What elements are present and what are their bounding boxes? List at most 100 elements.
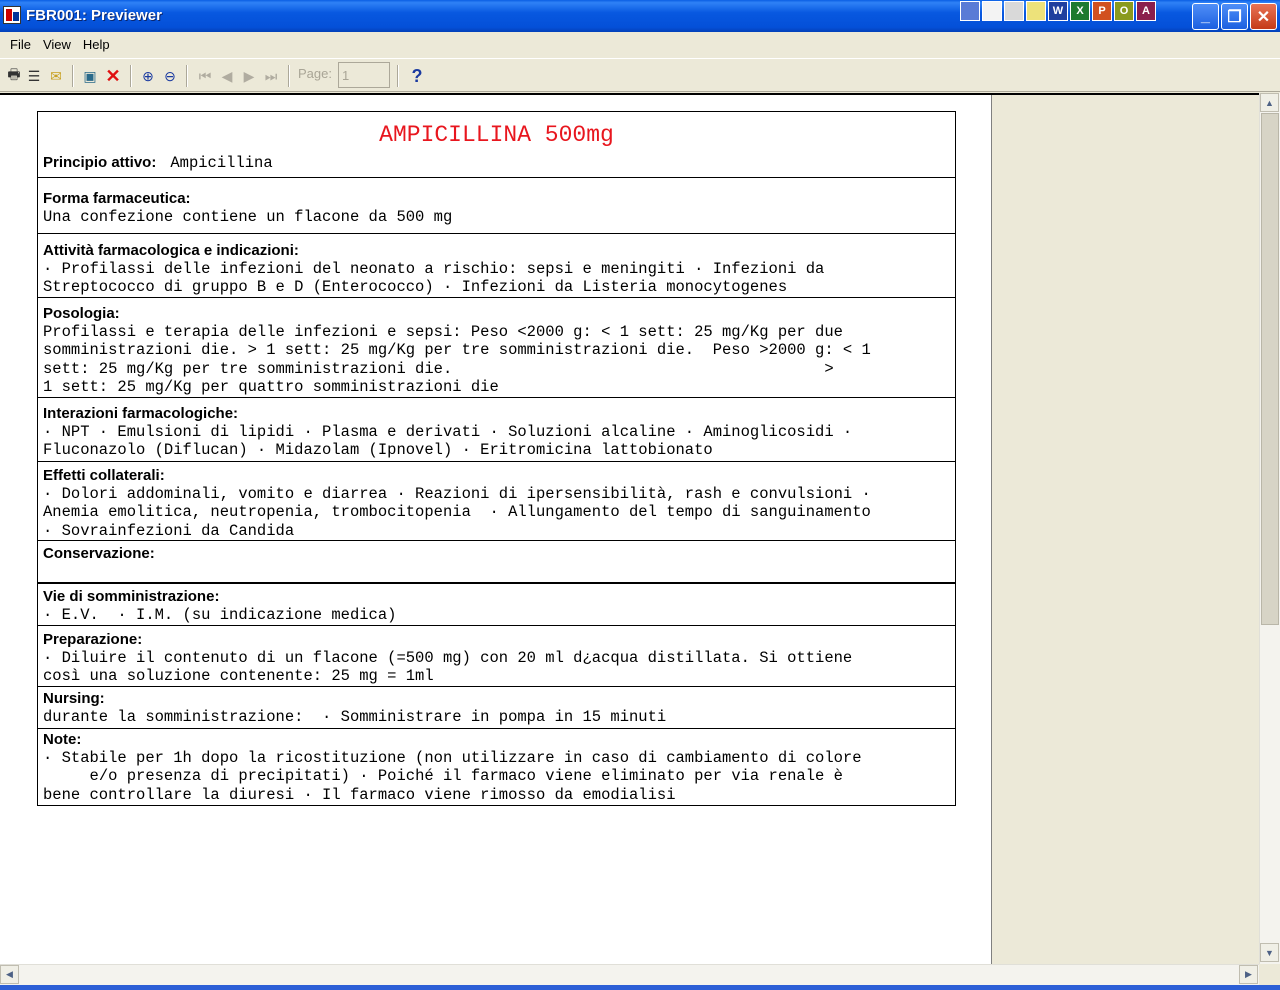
prev-page-icon: ◀	[221, 67, 233, 84]
section-nursing: Nursing: durante la somministrazione: · …	[38, 687, 955, 729]
section-label: Forma farmaceutica:	[43, 189, 191, 207]
print-icon: 🖶	[7, 66, 21, 82]
preview-button[interactable]: ▣	[80, 66, 100, 86]
document-tray-icon[interactable]	[982, 1, 1002, 21]
powerpoint-tray-icon[interactable]: P	[1092, 1, 1112, 21]
horizontal-scrollbar[interactable]: ◀ ▶	[0, 964, 1259, 985]
taskbar-app-icons: W X P O A	[960, 1, 1156, 21]
toolbar-separator	[130, 65, 132, 87]
section-text: · Dolori addominali, vomito e diarrea · …	[43, 484, 871, 540]
preview-icon: ▣	[83, 67, 97, 84]
section-label: Conservazione:	[43, 544, 155, 562]
access-tray-icon[interactable]: A	[1136, 1, 1156, 21]
minimize-icon: _	[1201, 7, 1210, 25]
help-button[interactable]: ?	[407, 66, 427, 86]
section-conservazione: Conservazione:	[38, 541, 955, 584]
prev-page-button[interactable]: ◀	[217, 66, 237, 86]
arrow-left-icon: ◀	[6, 969, 13, 979]
mail-button[interactable]: ✉	[46, 66, 66, 86]
toolbar-separator	[288, 65, 290, 87]
section-label: Effetti collaterali:	[43, 466, 165, 484]
menu-help[interactable]: Help	[77, 37, 116, 52]
vertical-scrollbar[interactable]: ▲ ▼	[1259, 93, 1280, 964]
mail-icon: ✉	[50, 67, 62, 84]
close-window-button[interactable]: ✕	[1250, 3, 1277, 30]
section-label: Note:	[43, 730, 82, 748]
section-forma-farmaceutica: Forma farmaceutica: Una confezione conti…	[38, 178, 955, 234]
section-label: Vie di somministrazione:	[43, 587, 220, 605]
print-setup-button[interactable]: ☰	[24, 66, 44, 86]
section-label: Preparazione:	[43, 630, 143, 648]
principio-attivo-label: Principio attivo:	[43, 154, 157, 171]
toolbar: 🖶 ☰ ✉ ▣ ✕ ⊕ ⊖ ⏮ ◀ ▶ ⏭ ?	[0, 58, 1280, 92]
scroll-down-button[interactable]: ▼	[1260, 943, 1279, 962]
first-page-icon: ⏮	[198, 67, 212, 84]
section-note: Note: · Stabile per 1h dopo la ricostitu…	[38, 729, 955, 805]
arrow-right-icon: ▶	[1245, 969, 1252, 979]
zoom-in-icon: ⊕	[142, 67, 154, 84]
section-label: Attività farmacologica e indicazioni:	[43, 241, 299, 259]
section-text: · Profilassi delle infezioni del neonato…	[43, 259, 825, 297]
page-label: Page:	[298, 66, 332, 81]
help-icon: ?	[411, 65, 423, 86]
section-text: Profilassi e terapia delle infezioni e s…	[43, 322, 871, 397]
drug-sheet: AMPICILLINA 500mg Principio attivo: Ampi…	[37, 111, 956, 806]
print-setup-icon: ☰	[27, 67, 41, 84]
scroll-up-button[interactable]: ▲	[1260, 93, 1279, 112]
page-number-input[interactable]	[338, 62, 390, 88]
excel-tray-icon[interactable]: X	[1070, 1, 1090, 21]
last-page-button[interactable]: ⏭	[261, 66, 281, 86]
window-bottom-border	[0, 985, 1280, 990]
section-text: · Stabile per 1h dopo la ricostituzione …	[43, 748, 862, 804]
toolbar-separator	[72, 65, 74, 87]
scroll-right-button[interactable]: ▶	[1239, 965, 1258, 984]
maximize-button[interactable]: ❐	[1221, 3, 1248, 30]
vertical-scroll-thumb[interactable]	[1261, 113, 1279, 625]
section-attivita: Attività farmacologica e indicazioni: · …	[38, 234, 955, 298]
section-effetti-collaterali: Effetti collaterali: · Dolori addominali…	[38, 462, 955, 541]
section-text: Una confezione contiene un flacone da 50…	[43, 207, 453, 226]
zoom-in-button[interactable]: ⊕	[138, 66, 158, 86]
next-page-button[interactable]: ▶	[239, 66, 259, 86]
word-tray-icon[interactable]: W	[1048, 1, 1068, 21]
print-button[interactable]: 🖶	[4, 66, 24, 86]
title-bar[interactable]: FBR001: Previewer W X P O A _ ❐ ✕	[0, 0, 1280, 32]
close-icon: ✕	[1256, 8, 1271, 26]
notes-tray-icon[interactable]	[1026, 1, 1046, 21]
outlook-tray-icon[interactable]: O	[1114, 1, 1134, 21]
section-text: · NPT · Emulsioni di lipidi · Plasma e d…	[43, 422, 853, 460]
app-tray-icon[interactable]	[960, 1, 980, 21]
first-page-button[interactable]: ⏮	[195, 66, 215, 86]
toolbar-separator	[397, 65, 399, 87]
toolbar-separator	[186, 65, 188, 87]
menu-file[interactable]: File	[4, 37, 37, 52]
section-label: Interazioni farmacologiche:	[43, 404, 239, 422]
next-page-icon: ▶	[243, 67, 255, 84]
close-icon: ✕	[105, 65, 121, 86]
zoom-out-button[interactable]: ⊖	[160, 66, 180, 86]
section-label: Posologia:	[43, 304, 120, 322]
section-text: · E.V. · I.M. (su indicazione medica)	[43, 605, 397, 624]
restore-icon: ❐	[1227, 8, 1242, 26]
report-page: AMPICILLINA 500mg Principio attivo: Ampi…	[0, 95, 992, 964]
scroll-left-button[interactable]: ◀	[0, 965, 19, 984]
menu-bar: File View Help	[0, 32, 1280, 57]
section-text: durante la somministrazione: · Somminist…	[43, 707, 667, 726]
section-label: Nursing:	[43, 689, 105, 707]
drug-title: AMPICILLINA 500mg	[379, 122, 614, 148]
app-icon[interactable]	[3, 6, 21, 24]
arrow-down-icon: ▼	[1265, 947, 1274, 958]
folder-tray-icon[interactable]	[1004, 1, 1024, 21]
section-interazioni: Interazioni farmacologiche: · NPT · Emul…	[38, 398, 955, 462]
principio-attivo-value: Ampicillina	[170, 154, 273, 172]
zoom-out-icon: ⊖	[164, 67, 176, 84]
close-preview-button[interactable]: ✕	[103, 66, 123, 86]
window-title: FBR001: Previewer	[26, 7, 162, 24]
last-page-icon: ⏭	[264, 67, 278, 84]
header-section: AMPICILLINA 500mg Principio attivo: Ampi…	[38, 112, 955, 178]
minimize-button[interactable]: _	[1192, 3, 1219, 30]
previewer-window: FBR001: Previewer W X P O A _ ❐ ✕ File V…	[0, 0, 1280, 990]
section-text: · Diluire il contenuto di un flacone (=5…	[43, 648, 853, 686]
section-posologia: Posologia: Profilassi e terapia delle in…	[38, 298, 955, 398]
menu-view[interactable]: View	[37, 37, 77, 52]
